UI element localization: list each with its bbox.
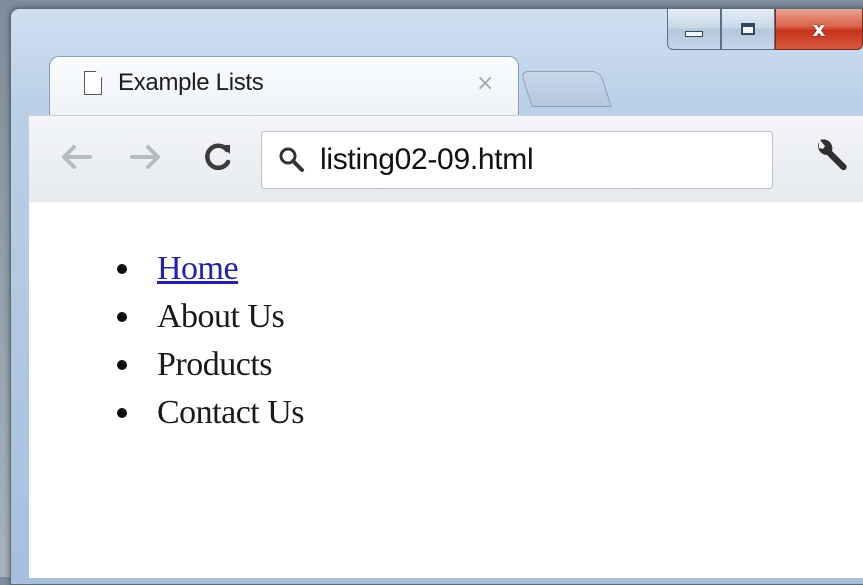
forward-arrow-icon <box>130 145 160 169</box>
maximize-button[interactable] <box>721 9 775 50</box>
tab-example-lists[interactable]: Example Lists × <box>49 56 519 117</box>
search-icon <box>279 147 304 172</box>
address-text[interactable]: listing02-09.html <box>320 143 534 177</box>
reload-button[interactable] <box>193 132 243 182</box>
tab-close-button[interactable]: × <box>476 71 494 96</box>
document-icon <box>84 71 102 95</box>
new-tab-button[interactable] <box>520 71 612 107</box>
list-item-home: Home <box>105 245 304 293</box>
list-item-products: Products <box>105 341 304 389</box>
bullet-icon <box>117 408 127 418</box>
window-caption-buttons: x <box>667 9 863 52</box>
list-item-label: Contact Us <box>157 394 305 431</box>
browser-toolbar: listing02-09.html <box>29 115 863 203</box>
forward-button[interactable] <box>121 132 171 182</box>
nav-list: Home About Us Products Contact Us <box>105 245 305 437</box>
minimize-icon <box>685 30 703 37</box>
maximize-icon <box>741 22 755 35</box>
browser-window: x Example Lists × listing02-09.html Home… <box>10 8 863 585</box>
list-item-label: About Us <box>157 298 285 335</box>
bullet-icon <box>117 360 127 370</box>
close-icon: x <box>812 16 826 41</box>
back-arrow-icon <box>62 145 92 169</box>
page-content: Home About Us Products Contact Us <box>29 202 863 578</box>
address-bar[interactable]: listing02-09.html <box>261 131 773 189</box>
bullet-icon <box>117 264 127 274</box>
list-item-about-us: About Us <box>105 293 304 341</box>
back-button[interactable] <box>51 132 101 182</box>
list-item-contact-us: Contact Us <box>105 389 305 437</box>
home-link[interactable]: Home <box>157 250 239 287</box>
bullet-icon <box>117 312 127 322</box>
wrench-icon[interactable] <box>811 136 851 176</box>
tab-title: Example Lists <box>118 69 264 96</box>
reload-icon <box>205 143 231 170</box>
minimize-button[interactable] <box>667 9 721 50</box>
list-item-label: Products <box>157 346 273 383</box>
close-window-button[interactable]: x <box>775 9 863 50</box>
